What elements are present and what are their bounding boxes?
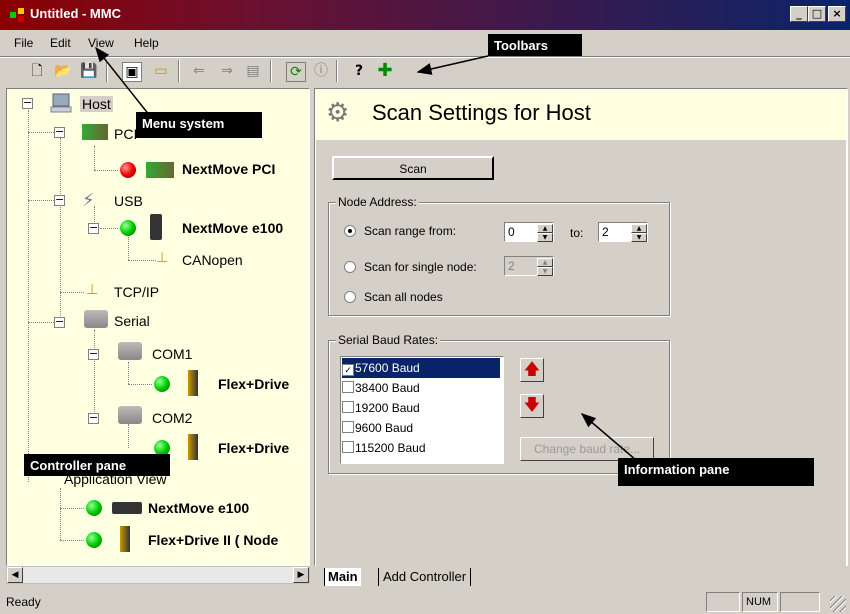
callout-arrows <box>95 46 637 461</box>
menu-arrow <box>95 46 151 117</box>
toolbars-arrow <box>416 55 489 75</box>
info-pane-arrow <box>580 413 637 461</box>
